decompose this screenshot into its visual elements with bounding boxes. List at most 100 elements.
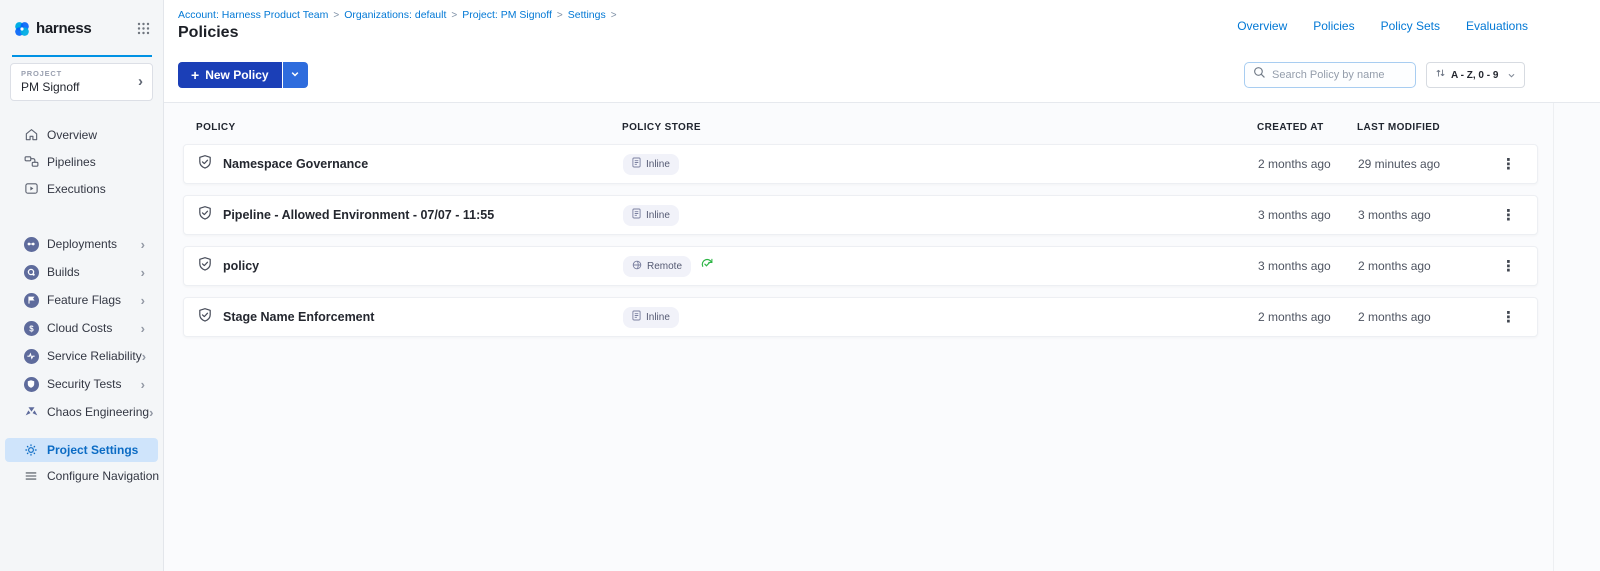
executions-icon bbox=[23, 181, 39, 196]
table-row[interactable]: Namespace Governance Inline 2 months ago… bbox=[183, 144, 1538, 184]
sidebar-item-service-reliability[interactable]: Service Reliability › bbox=[0, 342, 163, 370]
store-badge-label: Inline bbox=[646, 210, 670, 221]
sidebar-item-cloud-costs[interactable]: $ Cloud Costs › bbox=[0, 314, 163, 342]
page-header: Account: Harness Product Team > Organiza… bbox=[164, 0, 1600, 103]
sidebar-item-label: Project Settings bbox=[47, 443, 138, 457]
created-at: 3 months ago bbox=[1258, 259, 1358, 273]
chevron-down-icon bbox=[290, 66, 300, 84]
hamburger-icon bbox=[23, 469, 39, 483]
remote-globe-icon bbox=[632, 260, 642, 273]
policy-name: policy bbox=[223, 259, 259, 273]
inline-file-icon bbox=[632, 310, 641, 324]
chevron-right-icon: › bbox=[141, 378, 145, 391]
sidebar-item-project-settings[interactable]: Project Settings bbox=[5, 438, 158, 462]
sidebar-item-label: Service Reliability bbox=[47, 349, 142, 363]
row-menu-button[interactable]: ⋮ bbox=[1497, 257, 1520, 276]
pipelines-icon bbox=[23, 154, 39, 169]
sidebar-item-pipelines[interactable]: Pipelines bbox=[0, 148, 163, 175]
chevron-down-icon bbox=[1507, 71, 1516, 80]
service-reliability-icon bbox=[23, 349, 39, 364]
last-modified: 2 months ago bbox=[1358, 310, 1491, 324]
breadcrumb-project-link[interactable]: Project: PM Signoff bbox=[462, 9, 552, 21]
breadcrumb-account-link[interactable]: Account: Harness Product Team bbox=[178, 9, 328, 21]
inline-file-icon bbox=[632, 157, 641, 171]
sidebar: harness PROJECT PM Signoff › Overview bbox=[0, 0, 164, 571]
sidebar-item-label: Pipelines bbox=[47, 155, 96, 169]
breadcrumb-org-link[interactable]: Organizations: default bbox=[344, 9, 446, 21]
sidebar-item-deployments[interactable]: Deployments › bbox=[0, 230, 163, 258]
breadcrumb: Account: Harness Product Team > Organiza… bbox=[178, 9, 622, 21]
chevron-right-icon: › bbox=[141, 266, 145, 279]
new-policy-dropdown-button[interactable] bbox=[283, 62, 308, 88]
sidebar-item-label: Security Tests bbox=[47, 377, 121, 391]
policy-shield-icon bbox=[197, 256, 213, 277]
sidebar-item-configure-navigation[interactable]: Configure Navigation bbox=[0, 464, 163, 488]
column-header-policy-store: POLICY STORE bbox=[622, 122, 1257, 133]
created-at: 2 months ago bbox=[1258, 310, 1358, 324]
builds-icon bbox=[23, 265, 39, 280]
tab-policies[interactable]: Policies bbox=[1313, 19, 1354, 33]
policy-name-cell: Pipeline - Allowed Environment - 07/07 -… bbox=[184, 205, 623, 226]
chevron-right-icon: › bbox=[142, 350, 146, 363]
tab-policy-sets[interactable]: Policy Sets bbox=[1381, 19, 1440, 33]
policy-shield-icon bbox=[197, 154, 213, 175]
module-grid-icon[interactable] bbox=[137, 22, 150, 35]
row-menu-button[interactable]: ⋮ bbox=[1497, 308, 1520, 327]
row-menu-cell: ⋮ bbox=[1491, 155, 1537, 174]
search-input[interactable] bbox=[1272, 69, 1407, 81]
chevron-right-icon: › bbox=[138, 73, 143, 90]
sidebar-item-label: Configure Navigation bbox=[47, 469, 159, 483]
breadcrumb-separator: > bbox=[557, 10, 563, 21]
sidebar-item-label: Deployments bbox=[47, 237, 117, 251]
svg-text:$: $ bbox=[29, 324, 34, 333]
last-modified: 2 months ago bbox=[1358, 259, 1491, 273]
chevron-right-icon: › bbox=[141, 294, 145, 307]
sidebar-header: harness bbox=[0, 0, 163, 57]
sidebar-item-label: Overview bbox=[47, 128, 97, 142]
harness-logo-icon bbox=[13, 20, 31, 38]
page-title: Policies bbox=[178, 24, 238, 42]
store-badge-label: Inline bbox=[646, 159, 670, 170]
sidebar-item-executions[interactable]: Executions bbox=[0, 175, 163, 202]
home-icon bbox=[23, 127, 39, 142]
sidebar-item-overview[interactable]: Overview bbox=[0, 121, 163, 148]
sidebar-item-builds[interactable]: Builds › bbox=[0, 258, 163, 286]
new-policy-button[interactable]: + New Policy bbox=[178, 62, 282, 88]
column-header-last-modified: LAST MODIFIED bbox=[1357, 122, 1490, 133]
breadcrumb-separator: > bbox=[611, 10, 617, 21]
tab-evaluations[interactable]: Evaluations bbox=[1466, 19, 1528, 33]
project-selector[interactable]: PROJECT PM Signoff › bbox=[10, 63, 153, 101]
table-row[interactable]: Stage Name Enforcement Inline 2 months a… bbox=[183, 297, 1538, 337]
breadcrumb-settings-link[interactable]: Settings bbox=[568, 9, 606, 21]
column-header-policy: POLICY bbox=[183, 122, 622, 133]
table-header-row: POLICY POLICY STORE CREATED AT LAST MODI… bbox=[183, 122, 1538, 133]
new-policy-split-button: + New Policy bbox=[178, 62, 308, 88]
policy-shield-icon bbox=[197, 205, 213, 226]
sidebar-modules: Deployments › Builds › Feature Flags › $… bbox=[0, 230, 163, 426]
store-badge: Inline bbox=[623, 154, 679, 175]
sidebar-item-label: Feature Flags bbox=[47, 293, 121, 307]
row-menu-cell: ⋮ bbox=[1491, 206, 1537, 225]
chaos-engineering-icon bbox=[23, 405, 39, 420]
sidebar-item-security-tests[interactable]: Security Tests › bbox=[0, 370, 163, 398]
gear-icon bbox=[23, 443, 39, 457]
tab-overview[interactable]: Overview bbox=[1237, 19, 1287, 33]
store-badge: Remote bbox=[623, 256, 691, 277]
chevron-right-icon: › bbox=[141, 238, 145, 251]
search-icon bbox=[1253, 66, 1266, 84]
row-menu-button[interactable]: ⋮ bbox=[1497, 206, 1520, 225]
search-box bbox=[1244, 62, 1416, 88]
sidebar-item-label: Builds bbox=[47, 265, 80, 279]
project-label: PROJECT bbox=[21, 69, 142, 78]
row-menu-cell: ⋮ bbox=[1491, 257, 1537, 276]
policy-store-cell: Remote bbox=[623, 256, 1258, 277]
table-row[interactable]: Pipeline - Allowed Environment - 07/07 -… bbox=[183, 195, 1538, 235]
table-row[interactable]: policy Remote 3 months ago 2 months ago … bbox=[183, 246, 1538, 286]
sidebar-item-chaos-engineering[interactable]: Chaos Engineering › bbox=[0, 398, 163, 426]
last-modified: 3 months ago bbox=[1358, 208, 1491, 222]
row-menu-cell: ⋮ bbox=[1491, 308, 1537, 327]
column-header-created-at: CREATED AT bbox=[1257, 122, 1357, 133]
sort-dropdown[interactable]: A - Z, 0 - 9 bbox=[1426, 62, 1525, 88]
row-menu-button[interactable]: ⋮ bbox=[1497, 155, 1520, 174]
sidebar-item-feature-flags[interactable]: Feature Flags › bbox=[0, 286, 163, 314]
